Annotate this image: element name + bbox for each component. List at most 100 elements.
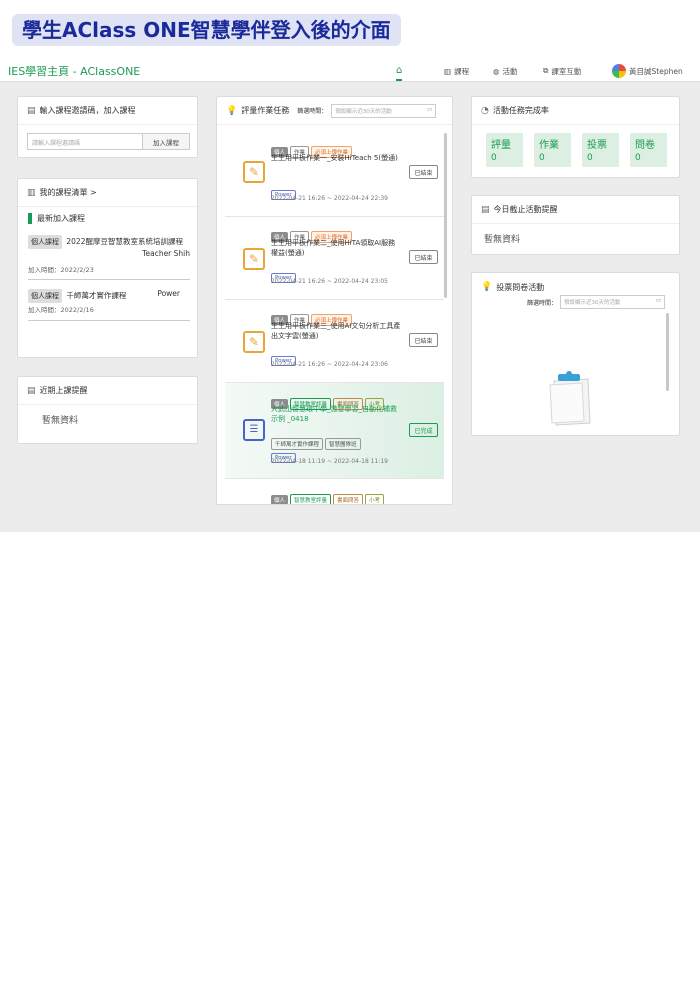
recent-courses-label: 最新加入課程 [28,213,85,224]
vote-filter-placeholder: 預設顯示近30天的活動 [564,300,621,306]
task-state-button[interactable]: 已結束 [409,333,438,347]
nav-activity[interactable]: ◍ 活動 [493,61,518,81]
task-item[interactable]: 個人 智慧教室評量 書面問答 小考 [225,479,444,504]
today-header: ▤ 今日截止活動提醒 [472,196,679,224]
lightbulb-icon: 💡 [226,105,238,116]
nav-classroom[interactable]: ⧉ 課室互動 [543,61,581,81]
task-state-button[interactable]: 已結束 [409,165,438,179]
page-caption: 學生AClass ONE智慧學伴登入後的介面 [12,14,401,46]
course-item[interactable]: 個人課程 2022醒摩豆智慧教室系統培訓課程 Teacher Shih 加入時間… [28,235,190,280]
course-item[interactable]: 個人課程 千師萬才實作課程 Power 加入時間：2022/2/16 [28,289,190,321]
calendar-icon: ▤ [27,105,36,116]
vote-title: 投票問卷活動 [496,282,545,292]
completion-title: 活動任務完成率 [492,106,549,115]
stat-assessment[interactable]: 評量 0 [486,133,523,167]
tasks-header: 💡 評量作業任務 篩選時間： 預設顯示近30天的活動 ▭ [217,97,452,125]
task-state-button[interactable]: 已結束 [409,250,438,264]
vote-filter-label: 篩選時間： [527,299,558,307]
upcoming-title: 近期上課提醒 [39,386,88,395]
task-title: 生生用平板作業一_安裝HiTeach 5(螢通) [271,154,398,162]
my-courses-title: 我的課程清單 > [39,188,97,197]
task-date: 2022-04-21 16:26 ~ 2022-04-24 22:39 [271,195,388,202]
tasks-card: 💡 評量作業任務 篩選時間： 預設顯示近30天的活動 ▭ 個人 作業 必須上傳作業 … [216,96,453,505]
task-item[interactable]: 個人 智慧教室評量 書面問答 小考 ☰ 大武山智慧環中學_激發學習_自動化補救示例 _… [225,383,444,479]
task-item[interactable]: 個人 作業 必須上傳作業 ✎ 生生用平板作業一_安裝HiTeach 5(螢通) Po… [225,135,444,217]
join-course-header: ▤ 輸入課程邀請碼，加入課程 [18,97,197,125]
stat-homework[interactable]: 作業 0 [534,133,571,167]
user-name: 黃目誠Stephen [629,66,683,76]
top-bar: IES學習主頁 - AClassONE ⌂ ▥ 課程 ◍ 活動 ⧉ 課室互動 黃… [0,58,700,82]
homework-icon: ✎ [243,331,265,353]
app-brand[interactable]: IES學習主頁 - AClassONE [8,63,140,79]
completion-header: ◔ 活動任務完成率 [472,97,679,125]
task-item[interactable]: 個人 作業 必須上傳作業 ✎ 生生用平板作業二_使用HiTA領取AI服務權益(螢通)… [225,218,444,300]
completion-card: ◔ 活動任務完成率 評量 0 作業 0 投票 0 問卷 0 [471,96,680,178]
vote-filter-input[interactable]: 預設顯示近30天的活動 ▭ [560,295,666,309]
tag: 小考 [365,494,385,504]
task-tags: 個人 智慧教室評量 書面問答 小考 [271,487,386,504]
task-item[interactable]: 個人 作業 必須上傳作業 ✎ 生生用平板作業三_使用AI文句分析工具產出文字雲(螢通… [225,301,444,383]
vote-survey-card: 💡 投票問卷活動 篩選時間： 預設顯示近30天的活動 ▭ [471,272,680,436]
stat-label: 作業 [539,140,559,151]
activity-icon: ◍ [493,66,500,76]
avatar [612,64,626,78]
user-menu[interactable]: 黃目誠Stephen [612,61,683,81]
calendar-icon: ▤ [481,204,490,215]
join-course-title: 輸入課程邀請碼，加入課程 [39,106,136,115]
nav-classroom-label: 課室互動 [551,66,582,76]
upcoming-classes-card: ▤ 近期上課提醒 暫無資料 [17,376,198,444]
my-courses-header[interactable]: ▥ 我的課程清單 > [18,179,197,207]
task-title: 生生用平板作業三_使用AI文句分析工具產出文字雲(螢通) [271,322,401,340]
quiz-icon: ☰ [243,419,265,441]
home-icon: ⌂ [396,64,403,76]
course-joined-date: 加入時間：2022/2/16 [28,306,94,314]
calendar-icon: ▭ [427,106,433,113]
today-empty: 暫無資料 [484,235,521,245]
building-icon: ▥ [27,187,36,198]
nav-course[interactable]: ▥ 課程 [444,61,469,81]
tasks-filter-input[interactable]: 預設顯示近30天的活動 ▭ [331,103,437,118]
stat-label: 評量 [491,140,511,151]
join-course-card: ▤ 輸入課程邀請碼，加入課程 請輸入課程邀請碼 加入課程 [17,96,198,158]
course-teacher: Teacher Shih [142,249,190,258]
task-date: 2022-04-21 16:26 ~ 2022-04-24 23:05 [271,278,388,285]
stat-value: 0 [587,153,593,163]
task-title: 生生用平板作業二_使用HiTA領取AI服務權益(螢通) [271,239,396,257]
vote-filter: 篩選時間： 預設顯示近30天的活動 ▭ [527,295,666,309]
homework-icon: ✎ [243,248,265,270]
calendar-icon: ▤ [27,385,36,396]
stat-vote[interactable]: 投票 0 [582,133,619,167]
nav-activity-label: 活動 [502,66,518,76]
course-teacher: Power [157,289,180,298]
group-tag: 智慧團隊班 [325,438,361,450]
vote-header: 💡 投票問卷活動 [472,279,679,295]
scrollbar[interactable] [444,133,447,298]
stat-value: 0 [491,153,497,163]
classroom-icon: ⧉ [543,66,549,75]
upcoming-empty: 暫無資料 [42,416,79,426]
course-badge: 個人課程 [28,289,62,303]
scrollbar[interactable] [666,313,669,391]
nav-home[interactable]: ⌂ [396,61,403,81]
tasks-title: 評量作業任務 [241,106,290,115]
invite-code-input[interactable]: 請輸入課程邀請碼 [27,133,143,150]
task-title: 大武山智慧環中學_激發學習_自動化補救示例 _0418 [271,405,397,423]
tasks-filter-placeholder: 預設顯示近30天的活動 [335,108,392,115]
today-title: 今日截止活動提醒 [493,205,558,214]
my-courses-card: ▥ 我的課程清單 > 最新加入課程 個人課程 2022醒摩豆智慧教室系統培訓課程… [17,178,198,358]
today-deadline-card: ▤ 今日截止活動提醒 暫無資料 [471,195,680,255]
course-badge: 個人課程 [28,235,62,249]
stat-survey[interactable]: 問卷 0 [630,133,667,167]
task-date: 2022-04-21 16:26 ~ 2022-04-24 23:06 [271,361,388,368]
join-course-button[interactable]: 加入課程 [142,133,190,150]
calendar-icon: ▭ [655,298,662,304]
course-icon: ▥ [444,66,452,76]
task-state-button[interactable]: 已完成 [409,423,438,437]
course-name: 2022醒摩豆智慧教室系統培訓課程 [66,237,183,246]
task-date: 2022-04-18 11:19 ~ 2022-04-18 11:19 [271,458,388,465]
empty-clipboard-illustration [549,371,591,426]
upcoming-header: ▤ 近期上課提醒 [18,377,197,405]
pie-chart-icon: ◔ [481,105,489,116]
tasks-filter-label: 篩選時間： [297,108,328,115]
stat-value: 0 [635,153,641,163]
